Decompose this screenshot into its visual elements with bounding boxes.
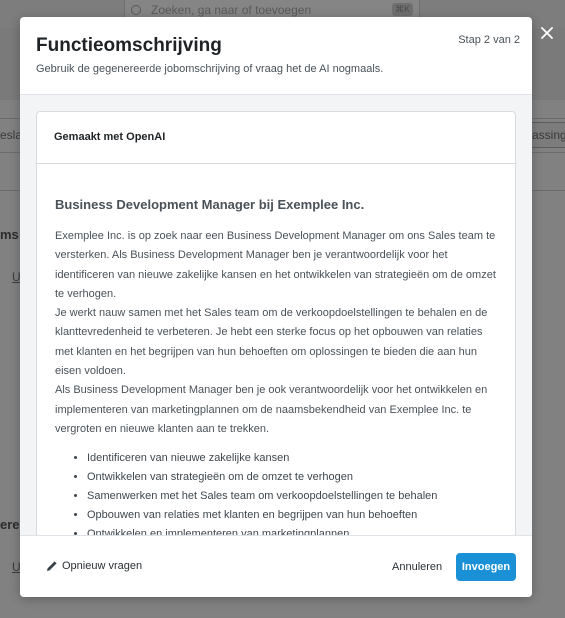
modal-title: Functieomschrijving [36, 35, 222, 56]
modal-footer: Opnieuw vragen Annuleren Invoegen [20, 535, 532, 597]
description-paragraph: Als Business Development Manager ben je … [55, 384, 488, 435]
background-label: esla [0, 128, 23, 142]
list-item: Ontwikkelen van strategieën om de omzet … [87, 468, 497, 487]
pencil-icon [47, 561, 57, 571]
modal-header: Functieomschrijving Gebruik de gegeneree… [20, 17, 532, 95]
description-paragraph: Je werkt nauw samen met het Sales team o… [55, 307, 488, 378]
list-item: Opbouwen van relaties met klanten en beg… [87, 506, 497, 525]
description-paragraph: Exemplee Inc. is op zoek naar een Busine… [55, 230, 496, 300]
modal-close-button[interactable] [538, 24, 556, 42]
insert-button[interactable]: Invoegen [456, 553, 516, 581]
close-icon [541, 27, 553, 39]
search-placeholder: Zoeken, ga naar of toevoegen [151, 2, 312, 17]
cancel-button[interactable]: Annuleren [392, 561, 442, 573]
job-title: Business Development Manager bij Exemple… [55, 197, 365, 212]
list-item: Ontwikkelen en implementeren van marketi… [87, 525, 497, 535]
step-indicator: Stap 2 van 2 [458, 34, 520, 46]
ask-again-button[interactable]: Opnieuw vragen [46, 560, 142, 572]
list-item: Identificeren van nieuwe zakelijke kanse… [87, 449, 497, 468]
job-description-modal: Functieomschrijving Gebruik de gegeneree… [20, 17, 532, 597]
search-shortcut: ⌘K [391, 3, 413, 16]
card-header: Gemaakt met OpenAI [37, 112, 515, 164]
ask-again-label: Opnieuw vragen [62, 560, 143, 572]
list-item: Samenwerken met het Sales team om verkoo… [87, 487, 497, 506]
generated-description-content: Business Development Manager bij Exemple… [37, 164, 515, 535]
background-heading: ms [0, 227, 19, 242]
modal-body[interactable]: Gemaakt met OpenAI Business Development … [20, 95, 532, 535]
background-label: assing [532, 128, 565, 142]
responsibilities-list: Identificeren van nieuwe zakelijke kanse… [55, 449, 497, 535]
search-icon [131, 4, 141, 15]
modal-subtitle: Gebruik de gegenereerde jobomschrijving … [36, 63, 384, 75]
generated-description-card: Gemaakt met OpenAI Business Development … [36, 111, 516, 535]
